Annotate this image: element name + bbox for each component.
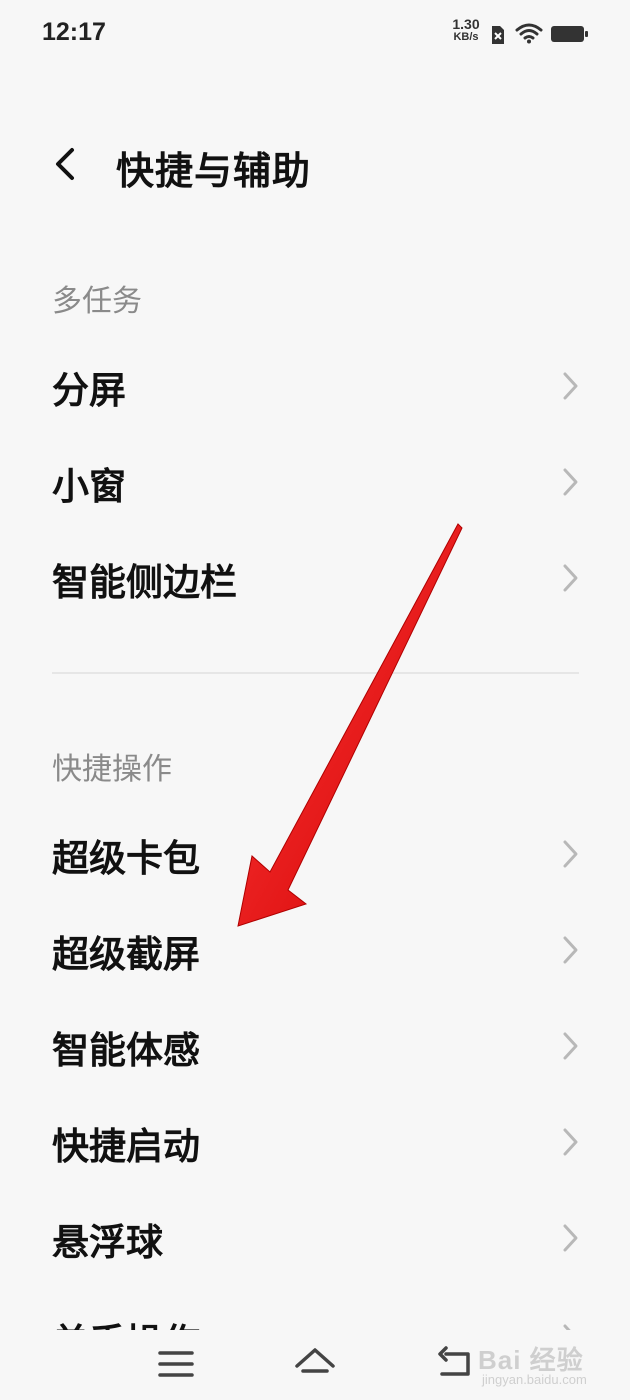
list-item-quick-launch[interactable]: 快捷启动 [0,1094,630,1190]
page-title: 快捷与辅助 [116,149,312,193]
chevron-right-icon [563,468,578,496]
chevron-right-icon [563,1128,578,1156]
page-header: 快捷与辅助 [0,120,630,210]
chevron-right-icon [563,564,578,592]
list-item-label: 悬浮球 [52,1221,163,1264]
sim-blocked-icon [492,26,504,44]
chevron-left-icon [56,148,74,180]
list-item-smart-motion[interactable]: 智能体感 [0,998,630,1094]
back-button[interactable] [44,142,88,186]
list-item-label: 超级截屏 [52,933,200,976]
network-speed-value: 1.30 [452,16,480,32]
chevron-right-icon [563,1032,578,1060]
section-title-quick-actions: 快捷操作 [52,752,172,787]
watermark-sub-text: jingyan.baidu.com [482,1372,587,1387]
chevron-right-icon [563,372,578,400]
list-item-split-screen[interactable]: 分屏 [0,338,630,434]
wifi-icon [515,23,543,44]
menu-icon[interactable] [154,1344,198,1384]
list-item-super-screenshot[interactable]: 超级截屏 [0,902,630,998]
network-speed: 1.30 KB/s [446,16,486,44]
section-divider [52,672,579,674]
list-item-label: 智能侧边栏 [52,561,237,604]
status-bar: 12:17 1.30 KB/s [0,0,630,70]
list-item-small-window[interactable]: 小窗 [0,434,630,530]
list-item-label: 小窗 [52,465,126,508]
list-item-super-card-wallet[interactable]: 超级卡包 [0,806,630,902]
home-icon[interactable] [293,1344,337,1384]
list-item-one-handed-mode[interactable]: 单手操作 [0,1290,630,1330]
list-item-label: 快捷启动 [52,1125,200,1168]
back-icon[interactable] [432,1344,476,1384]
chevron-right-icon [563,840,578,868]
section-title-multitask: 多任务 [52,284,142,319]
list-item-label: 单手操作 [52,1312,200,1330]
list-item-label: 智能体感 [52,1029,200,1072]
chevron-right-icon [563,1324,571,1330]
list-item-floating-ball[interactable]: 悬浮球 [0,1190,630,1286]
status-time: 12:17 [42,18,106,46]
list-item-smart-sidebar[interactable]: 智能侧边栏 [0,530,630,626]
battery-icon [551,26,588,42]
list-item-label: 分屏 [52,369,126,412]
chevron-right-icon [563,1224,578,1252]
network-speed-unit: KB/s [453,31,479,43]
list-item-label: 超级卡包 [52,837,200,880]
watermark-logo: Bai 经验 jingyan.baidu.com [478,1332,628,1396]
chevron-right-icon [563,936,578,964]
